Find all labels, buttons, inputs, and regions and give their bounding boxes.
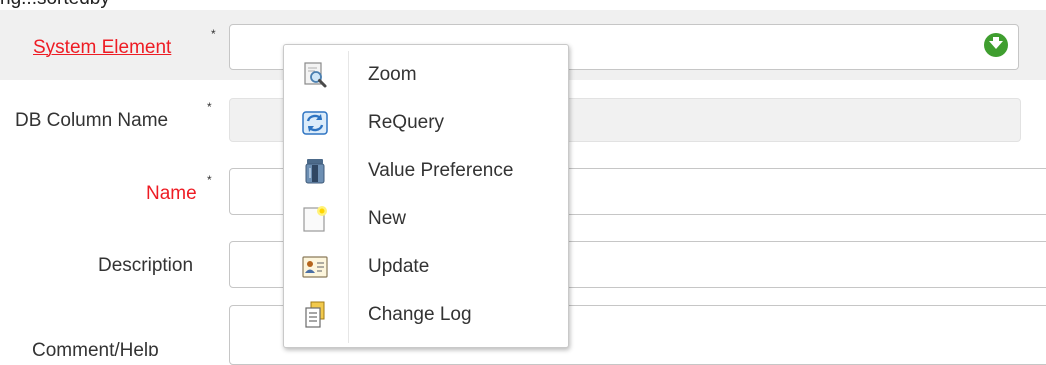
menu-item-label: New <box>368 208 407 229</box>
name-label: Name <box>146 183 197 204</box>
system-element-label[interactable]: System Element <box>33 37 171 59</box>
menu-item-value-preference[interactable]: Value Preference <box>284 147 568 195</box>
system-element-required-mark: * <box>211 27 216 41</box>
menu-item-zoom[interactable]: Zoom <box>284 51 568 99</box>
context-menu: Zoom ReQuery Value Preference New Update… <box>283 44 569 348</box>
top-clipped-text: ng...sortedby <box>0 0 1046 10</box>
menu-item-change-log[interactable]: Change Log <box>284 291 568 339</box>
menu-item-label: Value Preference <box>368 160 514 181</box>
menu-item-new[interactable]: New <box>284 195 568 243</box>
db-column-name-label: DB Column Name <box>15 110 169 131</box>
value-preference-icon <box>305 159 325 184</box>
menu-item-label: Zoom <box>368 64 417 85</box>
zoom-icon <box>304 62 327 88</box>
description-label: Description <box>98 255 194 276</box>
menu-item-label: Update <box>368 256 430 277</box>
change-log-icon <box>305 301 325 328</box>
comment-help-label-wrap: Comment/Help <box>0 338 240 356</box>
requery-icon <box>302 111 328 135</box>
new-icon <box>303 206 327 232</box>
db-column-name-required-mark: * <box>207 100 212 114</box>
search-arrow-icon[interactable] <box>980 29 1012 61</box>
menu-item-label: Change Log <box>368 304 472 325</box>
menu-item-update[interactable]: Update <box>284 243 568 291</box>
update-icon <box>302 256 328 278</box>
comment-help-label: Comment/Help <box>32 340 159 356</box>
menu-item-requery[interactable]: ReQuery <box>284 99 568 147</box>
name-required-mark: * <box>207 173 212 187</box>
menu-item-label: ReQuery <box>368 112 445 133</box>
